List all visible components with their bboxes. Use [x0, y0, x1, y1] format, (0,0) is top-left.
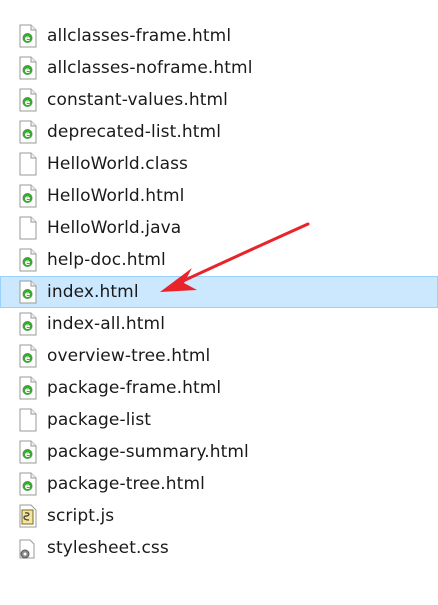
- file-row-stylesheet-css[interactable]: stylesheet.css: [0, 532, 438, 564]
- svg-text:e: e: [25, 290, 31, 299]
- file-row-index-all[interactable]: e index-all.html: [0, 308, 438, 340]
- file-row-deprecated-list[interactable]: e deprecated-list.html: [0, 116, 438, 148]
- html-file-icon: e: [17, 184, 39, 208]
- generic-file-icon: [17, 152, 39, 176]
- file-name: HelloWorld.java: [47, 218, 182, 238]
- html-file-icon: e: [17, 56, 39, 80]
- generic-file-icon: [17, 216, 39, 240]
- file-name: deprecated-list.html: [47, 122, 222, 142]
- svg-text:e: e: [25, 450, 31, 459]
- css-file-icon: [17, 536, 39, 560]
- file-row-help-doc[interactable]: e help-doc.html: [0, 244, 438, 276]
- svg-text:e: e: [25, 194, 31, 203]
- file-name: package-list: [47, 410, 152, 430]
- file-row-package-tree[interactable]: e package-tree.html: [0, 468, 438, 500]
- html-file-icon: e: [17, 344, 39, 368]
- svg-text:e: e: [25, 386, 31, 395]
- file-row-script-js[interactable]: script.js: [0, 500, 438, 532]
- file-row-index[interactable]: e index.html: [0, 276, 438, 308]
- generic-file-icon: [17, 408, 39, 432]
- file-name: HelloWorld.class: [47, 154, 189, 174]
- file-list: e allclasses-frame.html e allclasses-nof…: [0, 20, 438, 564]
- file-row-helloworld-html[interactable]: e HelloWorld.html: [0, 180, 438, 212]
- file-row-package-list[interactable]: package-list: [0, 404, 438, 436]
- file-row-constant-values[interactable]: e constant-values.html: [0, 84, 438, 116]
- svg-text:e: e: [25, 130, 31, 139]
- file-name: package-frame.html: [47, 378, 222, 398]
- file-name: script.js: [47, 506, 115, 526]
- html-file-icon: e: [17, 120, 39, 144]
- file-name: allclasses-frame.html: [47, 26, 232, 46]
- svg-text:e: e: [25, 482, 31, 491]
- file-row-allclasses-noframe[interactable]: e allclasses-noframe.html: [0, 52, 438, 84]
- svg-text:e: e: [25, 258, 31, 267]
- svg-text:e: e: [25, 66, 31, 75]
- file-name: stylesheet.css: [47, 538, 169, 558]
- file-row-package-summary[interactable]: e package-summary.html: [0, 436, 438, 468]
- svg-text:e: e: [25, 34, 31, 43]
- file-row-helloworld-java[interactable]: HelloWorld.java: [0, 212, 438, 244]
- file-name: index-all.html: [47, 314, 166, 334]
- html-file-icon: e: [17, 88, 39, 112]
- html-file-icon: e: [17, 440, 39, 464]
- html-file-icon: e: [17, 248, 39, 272]
- svg-text:e: e: [25, 98, 31, 107]
- file-name: HelloWorld.html: [47, 186, 185, 206]
- html-file-icon: e: [17, 376, 39, 400]
- html-file-icon: e: [17, 280, 39, 304]
- file-row-overview-tree[interactable]: e overview-tree.html: [0, 340, 438, 372]
- file-row-package-frame[interactable]: e package-frame.html: [0, 372, 438, 404]
- file-row-allclasses-frame[interactable]: e allclasses-frame.html: [0, 20, 438, 52]
- file-name: overview-tree.html: [47, 346, 211, 366]
- html-file-icon: e: [17, 24, 39, 48]
- file-row-helloworld-class[interactable]: HelloWorld.class: [0, 148, 438, 180]
- file-name: constant-values.html: [47, 90, 228, 110]
- html-file-icon: e: [17, 312, 39, 336]
- file-name: allclasses-noframe.html: [47, 58, 253, 78]
- svg-text:e: e: [25, 354, 31, 363]
- script-file-icon: [17, 504, 39, 528]
- file-name: package-summary.html: [47, 442, 249, 462]
- file-name: help-doc.html: [47, 250, 166, 270]
- svg-text:e: e: [25, 322, 31, 331]
- file-name: index.html: [47, 282, 139, 302]
- html-file-icon: e: [17, 472, 39, 496]
- file-name: package-tree.html: [47, 474, 205, 494]
